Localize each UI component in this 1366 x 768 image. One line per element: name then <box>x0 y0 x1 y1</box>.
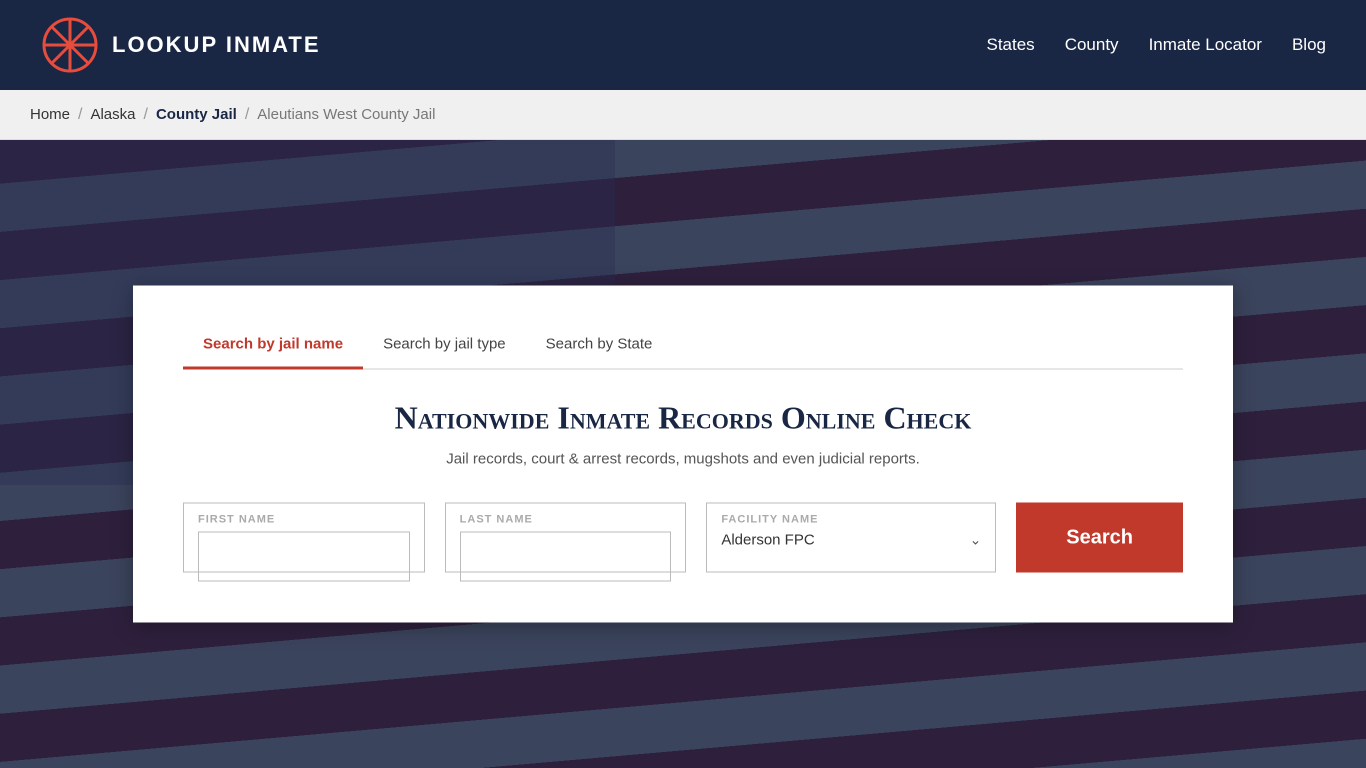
breadcrumb: Home / Alaska / County Jail / Aleutians … <box>0 90 1366 140</box>
header: LOOKUP INMATE States County Inmate Locat… <box>0 0 1366 90</box>
card-title: Nationwide Inmate Records Online Check <box>183 400 1183 437</box>
breadcrumb-sep-1: / <box>78 106 82 124</box>
nav-blog[interactable]: Blog <box>1292 35 1326 55</box>
tab-jail-name[interactable]: Search by jail name <box>183 326 363 370</box>
logo-icon <box>40 15 100 75</box>
breadcrumb-sep-3: / <box>245 106 249 124</box>
search-button[interactable]: Search <box>1016 503 1183 573</box>
tab-jail-type[interactable]: Search by jail type <box>363 326 526 370</box>
logo-text: LOOKUP INMATE <box>112 32 321 58</box>
breadcrumb-home[interactable]: Home <box>30 106 70 123</box>
search-form: FIRST NAME LAST NAME FACILITY NAME Alder… <box>183 503 1183 573</box>
hero-section: Search by jail name Search by jail type … <box>0 140 1366 768</box>
facility-select-row[interactable]: Alderson FPC ⌄ <box>721 532 981 549</box>
last-name-input[interactable] <box>460 532 672 582</box>
facility-wrapper[interactable]: FACILITY NAME Alderson FPC ⌄ <box>706 503 996 573</box>
last-name-wrapper[interactable]: LAST NAME <box>445 503 687 573</box>
logo-area: LOOKUP INMATE <box>40 15 321 75</box>
breadcrumb-current-page: Aleutians West County Jail <box>257 106 435 123</box>
breadcrumb-sep-2: / <box>144 106 148 124</box>
facility-label: FACILITY NAME <box>721 514 981 526</box>
breadcrumb-alaska[interactable]: Alaska <box>90 106 135 123</box>
chevron-down-icon: ⌄ <box>970 532 982 549</box>
nav-states[interactable]: States <box>986 35 1034 55</box>
facility-value: Alderson FPC <box>721 532 814 549</box>
first-name-field: FIRST NAME <box>183 503 425 573</box>
search-card: Search by jail name Search by jail type … <box>133 286 1233 623</box>
search-tabs: Search by jail name Search by jail type … <box>183 326 1183 370</box>
nav-inmate-locator[interactable]: Inmate Locator <box>1149 35 1262 55</box>
facility-field: FACILITY NAME Alderson FPC ⌄ <box>706 503 996 573</box>
first-name-input[interactable] <box>198 532 410 582</box>
first-name-label: FIRST NAME <box>198 514 410 526</box>
tab-state[interactable]: Search by State <box>526 326 673 370</box>
first-name-wrapper[interactable]: FIRST NAME <box>183 503 425 573</box>
last-name-label: LAST NAME <box>460 514 672 526</box>
card-subtitle: Jail records, court & arrest records, mu… <box>183 451 1183 468</box>
last-name-field: LAST NAME <box>445 503 687 573</box>
breadcrumb-county-jail[interactable]: County Jail <box>156 106 237 123</box>
nav-county[interactable]: County <box>1065 35 1119 55</box>
main-nav: States County Inmate Locator Blog <box>986 35 1326 55</box>
